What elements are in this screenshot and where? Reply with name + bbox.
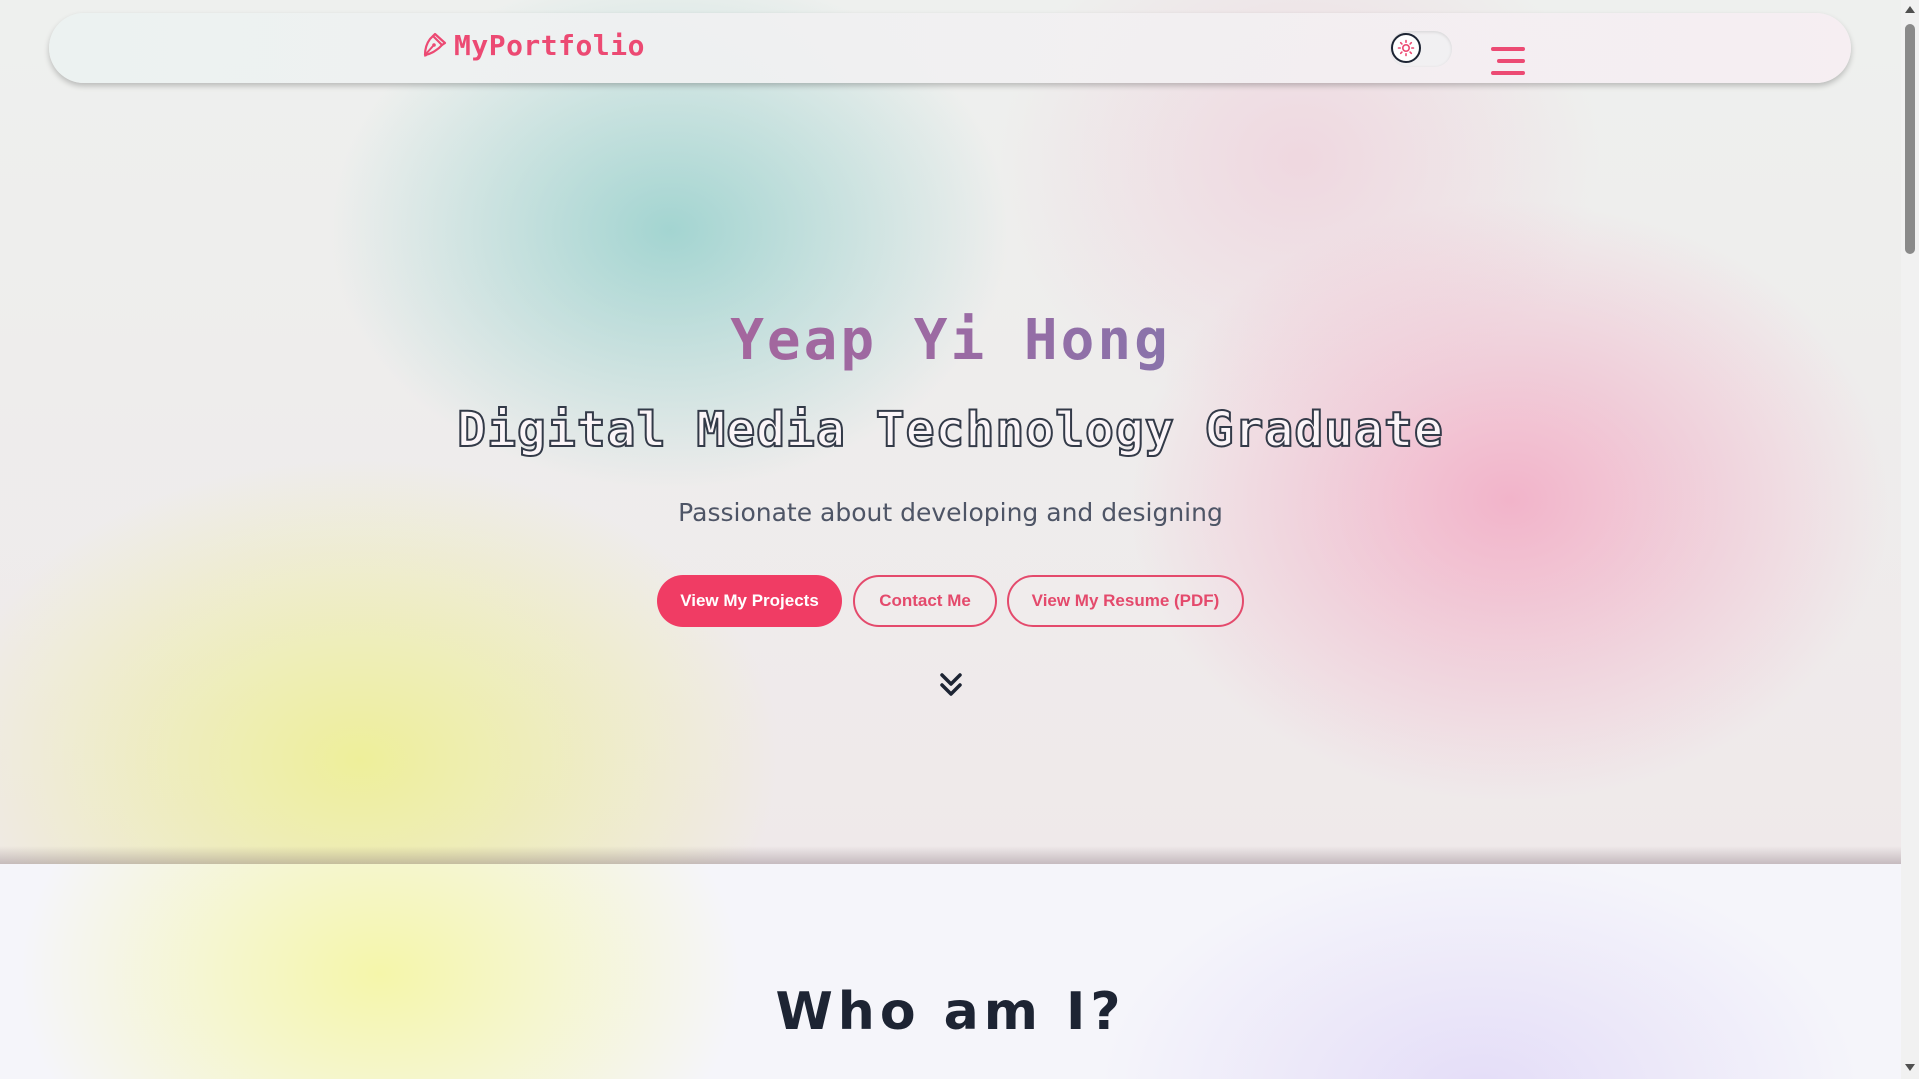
theme-toggle[interactable] xyxy=(1390,31,1452,67)
view-resume-button[interactable]: View My Resume (PDF) xyxy=(1007,575,1244,627)
scroll-down-arrow-icon[interactable] xyxy=(1905,1064,1915,1071)
navbar: MyPortfolio xyxy=(49,13,1851,83)
hero-tagline: Passionate about developing and designin… xyxy=(678,498,1223,527)
about-section: Who am I? xyxy=(0,864,1901,1079)
hero-subtitle: Digital Media Technology Graduate xyxy=(456,401,1444,459)
scrollbar[interactable] xyxy=(1901,0,1919,1079)
logo-link[interactable]: MyPortfolio xyxy=(420,29,645,62)
view-projects-button[interactable]: View My Projects xyxy=(657,575,842,627)
hero-name: Yeap Yi Hong xyxy=(0,308,1901,373)
scroll-up-arrow-icon[interactable] xyxy=(1905,6,1915,13)
contact-me-button[interactable]: Contact Me xyxy=(853,575,997,627)
hero-section: Yeap Yi Hong Digital Media Technology Gr… xyxy=(0,0,1901,864)
pen-nib-icon xyxy=(423,32,447,57)
sun-icon xyxy=(1397,39,1415,57)
page: Yeap Yi Hong Digital Media Technology Gr… xyxy=(0,0,1901,1079)
scrollbar-thumb[interactable] xyxy=(1905,24,1915,254)
hamburger-menu-icon[interactable] xyxy=(1489,47,1525,77)
toggle-knob xyxy=(1391,33,1421,63)
logo-text: MyPortfolio xyxy=(454,29,645,62)
about-title: Who am I? xyxy=(775,982,1126,1042)
double-chevron-down-icon[interactable] xyxy=(938,670,964,700)
hero-bottom-shadow xyxy=(0,846,1901,864)
